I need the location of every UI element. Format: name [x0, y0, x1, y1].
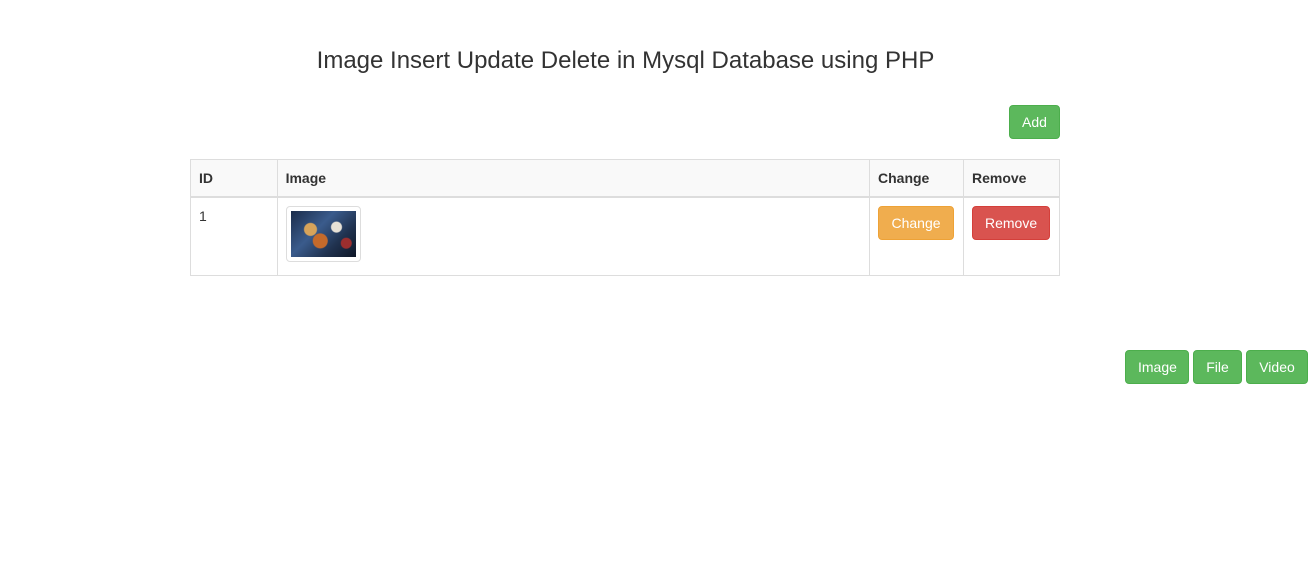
- page: Image Insert Update Delete in Mysql Data…: [0, 0, 1308, 585]
- cell-image: [276, 196, 871, 276]
- remove-button[interactable]: Remove: [971, 206, 1050, 240]
- add-button[interactable]: Add: [1009, 105, 1060, 139]
- cell-remove: Remove: [962, 196, 1061, 276]
- images-table: ID Image Change Remove 1 Change Remove: [190, 159, 1061, 276]
- change-button[interactable]: Change: [878, 206, 954, 240]
- header-remove: Remove: [962, 159, 1061, 198]
- nav-image-button[interactable]: Image: [1125, 350, 1189, 384]
- table-row: 1 Change Remove: [190, 196, 1061, 276]
- image-thumbnail[interactable]: [285, 206, 361, 262]
- page-title: Image Insert Update Delete in Mysql Data…: [316, 47, 935, 74]
- nav-video-button[interactable]: Video: [1246, 350, 1308, 384]
- header-image: Image: [276, 159, 871, 198]
- cell-change: Change: [869, 196, 964, 276]
- header-id: ID: [190, 159, 278, 198]
- table-header-row: ID Image Change Remove: [190, 159, 1061, 198]
- nav-file-button[interactable]: File: [1193, 350, 1242, 384]
- thumbnail-image: [290, 211, 356, 257]
- cell-id: 1: [190, 196, 278, 276]
- header-change: Change: [869, 159, 964, 198]
